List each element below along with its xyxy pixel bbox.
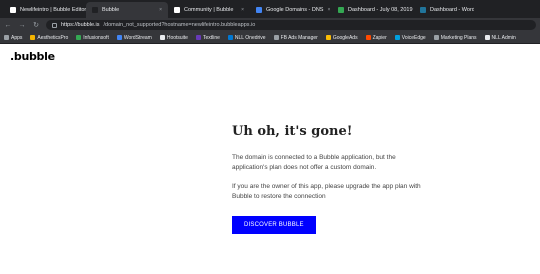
bookmark-icon xyxy=(394,35,400,40)
tab-close-icon[interactable]: × xyxy=(237,7,244,13)
tab-strip: Newlifeintro | Bubble Editor×Bubble×Comm… xyxy=(0,0,540,18)
bookmark-label: Marketing Plans xyxy=(440,34,477,41)
bookmark-icon xyxy=(76,35,82,40)
bookmark-item[interactable]: NLL Admin xyxy=(484,34,516,41)
tab-favicon-icon xyxy=(420,7,426,13)
address-bar[interactable]: https://bubble.is/domain_not_supported?h… xyxy=(46,20,536,30)
bookmark-icon xyxy=(159,35,165,40)
bookmark-label: NLL Admin xyxy=(491,34,516,41)
domain-message: The domain is connected to a Bubble appl… xyxy=(232,154,396,171)
bookmark-item[interactable]: AestheticsPro xyxy=(30,35,68,41)
tab-favicon-icon xyxy=(256,7,262,13)
bookmark-item[interactable]: GoogleAds xyxy=(325,34,358,41)
bookmark-label: NLL Onedrive xyxy=(234,34,266,41)
bookmark-label: Infusionsoft xyxy=(83,34,109,41)
bookmark-item[interactable]: Hootsuite xyxy=(159,34,188,41)
tab-title: Dashboard - July 08, 2019 xyxy=(348,7,413,13)
error-content: Uh oh, it's gone! The domain is connecte… xyxy=(232,124,422,234)
tab-title: Google Domains - DNS xyxy=(266,7,324,13)
bookmark-label: Zapier xyxy=(372,34,387,41)
tab-title: Bubble xyxy=(102,7,120,13)
browser-chrome: Newlifeintro | Bubble Editor×Bubble×Comm… xyxy=(0,0,540,44)
bookmarks-bar: Apps AestheticsPro Infusionsoft WordStream H… xyxy=(0,32,540,44)
bookmark-item[interactable]: Marketing Plans xyxy=(433,34,477,41)
bookmark-label: GoogleAds xyxy=(332,34,358,41)
tab-title: Newlifeintro | Bubble Editor xyxy=(20,7,86,13)
tab-favicon-icon xyxy=(338,7,344,13)
forward-icon[interactable]: → xyxy=(18,22,26,29)
bookmark-item[interactable]: VoiceEdge xyxy=(394,34,426,41)
page-body: .bubble Uh oh, it's gone! The domain is … xyxy=(0,44,540,274)
browser-tab[interactable]: Bubble × xyxy=(86,2,168,18)
bookmark-icon xyxy=(484,35,490,40)
bookmark-item[interactable]: FB Ads Manager xyxy=(273,34,318,41)
back-icon[interactable]: ← xyxy=(4,22,12,29)
bookmark-icon xyxy=(273,35,279,40)
browser-tab[interactable]: Dashboard - WordP× xyxy=(414,2,474,18)
discover-bubble-button[interactable]: DISCOVER BUBBLE xyxy=(232,216,316,234)
bookmark-label: AestheticsPro xyxy=(37,34,69,41)
tab-close-icon[interactable]: × xyxy=(323,7,330,13)
bookmark-label: Textline xyxy=(202,34,220,41)
bookmark-icon xyxy=(227,35,233,40)
browser-toolbar: ← → ↻ https://bubble.is/domain_not_suppo… xyxy=(0,18,540,32)
bookmark-item[interactable]: Infusionsoft xyxy=(76,35,109,41)
tab-favicon-icon xyxy=(174,7,180,13)
bookmark-icon xyxy=(365,35,371,40)
bookmark-icon xyxy=(30,35,36,40)
bookmark-item[interactable]: Textline xyxy=(195,34,220,41)
bookmark-label: WordStream xyxy=(123,34,152,41)
bookmark-item[interactable]: WordStream xyxy=(116,34,152,41)
owner-message: If you are the owner of this app, please… xyxy=(232,183,421,200)
bookmark-label: Apps xyxy=(11,34,23,41)
url-host: https://bubble.is xyxy=(61,22,100,28)
bookmark-icon xyxy=(4,35,9,40)
bookmark-item[interactable]: Apps xyxy=(4,35,22,41)
browser-tab[interactable]: Google Domains - DNS × xyxy=(250,2,332,18)
tab-title: Community | Bubble xyxy=(184,7,234,13)
lock-icon xyxy=(52,22,57,28)
bookmark-item[interactable]: NLL Onedrive xyxy=(227,34,266,41)
tab-favicon-icon xyxy=(10,7,16,13)
reload-icon[interactable]: ↻ xyxy=(32,22,40,29)
bookmark-label: VoiceEdge xyxy=(401,34,426,41)
bookmark-icon xyxy=(195,35,201,40)
browser-tab[interactable]: Newlifeintro | Bubble Editor× xyxy=(4,2,86,18)
tab-title: Dashboard - WordP xyxy=(430,7,474,13)
bookmark-icon xyxy=(325,35,331,40)
browser-tab[interactable]: Dashboard - July 08, 2019× xyxy=(332,2,414,18)
bookmark-label: Hootsuite xyxy=(166,34,188,41)
bubble-logo[interactable]: .bubble xyxy=(10,50,55,63)
page-title: Uh oh, it's gone! xyxy=(232,124,353,139)
bookmark-icon xyxy=(433,35,439,40)
bookmark-item[interactable]: Zapier xyxy=(365,34,387,41)
bookmark-label: FB Ads Manager xyxy=(280,34,318,41)
tab-favicon-icon xyxy=(92,7,98,13)
bookmark-icon xyxy=(116,35,122,40)
browser-tab[interactable]: Community | Bubble × xyxy=(168,2,250,18)
url-path: /domain_not_supported?hostname=newlifein… xyxy=(103,22,256,28)
tab-close-icon[interactable]: × xyxy=(155,7,162,13)
